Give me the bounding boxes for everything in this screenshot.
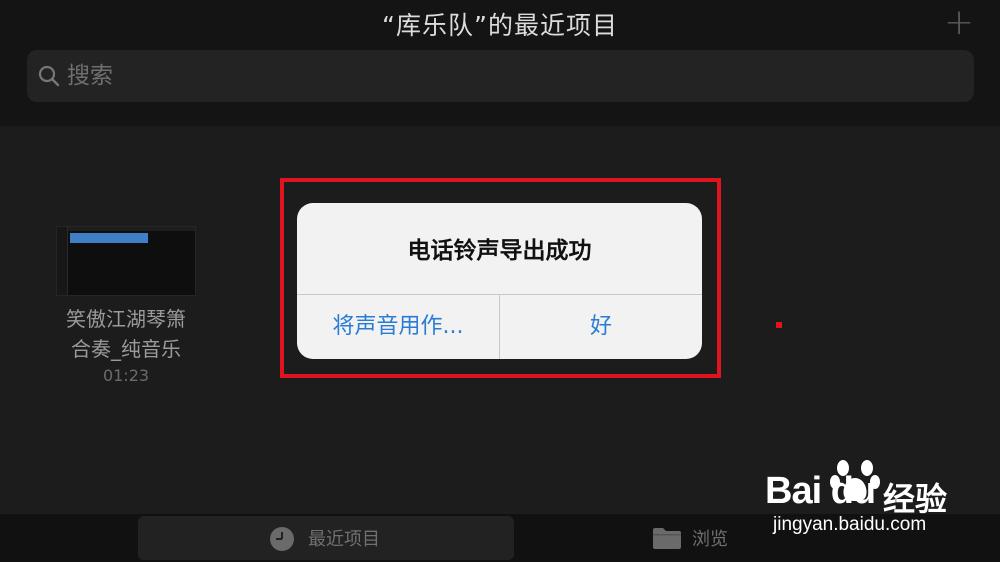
project-name: 笑傲江湖琴箫 合奏_纯音乐 [56, 304, 196, 364]
thumbnail-header [67, 227, 195, 231]
search-input[interactable] [67, 50, 947, 102]
baidu-jingyan-watermark: Bai du 经验 jingyan.baidu.com [765, 452, 995, 552]
annotation-highlight-box [280, 178, 721, 378]
search-bar[interactable] [27, 50, 974, 102]
tab-browse-label: 浏览 [692, 529, 728, 550]
thumbnail-track-sidebar [57, 227, 68, 295]
project-duration: 01:23 [102, 366, 150, 385]
tab-browse[interactable]: 浏览 [650, 516, 770, 560]
watermark-url: jingyan.baidu.com [773, 514, 927, 535]
thumbnail-waveform [70, 233, 148, 243]
add-project-button[interactable]: + [944, 5, 974, 41]
project-name-line: 合奏_纯音乐 [71, 337, 181, 361]
tab-recent-projects[interactable]: 最近项目 [138, 516, 514, 560]
project-name-line: 笑傲江湖琴箫 [66, 307, 186, 331]
navigation-bar: “库乐队”的最近项目 + [0, 0, 1000, 126]
page-title: “库乐队”的最近项目 [382, 11, 618, 40]
clock-icon [270, 527, 294, 551]
search-icon [38, 65, 60, 87]
folder-icon [653, 528, 681, 549]
tab-recent-label: 最近项目 [308, 529, 380, 550]
project-item[interactable]: 笑傲江湖琴箫 合奏_纯音乐 01:23 [56, 226, 196, 385]
annotation-dot [776, 322, 782, 328]
project-thumbnail[interactable] [56, 226, 196, 296]
paw-logo-icon [830, 460, 880, 501]
